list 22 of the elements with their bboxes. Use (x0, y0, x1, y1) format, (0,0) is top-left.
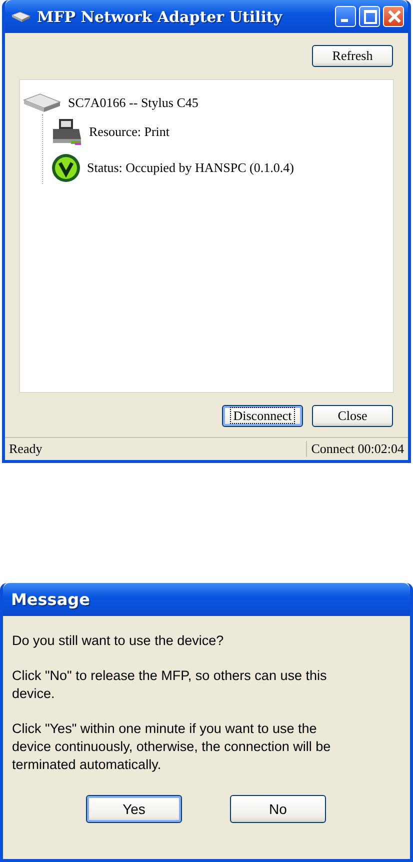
push-button[interactable]: Refresh (312, 45, 393, 67)
push-button[interactable]: Yes (86, 795, 182, 823)
message-text: Click "No" to release the MFP, so others can use this device. (12, 667, 328, 703)
message-text: Click "Yes" within one minute if you want to use the device continuously, otherwise, the connection will be terminated automatically. (12, 720, 332, 774)
push-button[interactable]: No (230, 795, 326, 823)
maximize-button[interactable] (359, 6, 380, 27)
check-icon (51, 153, 81, 183)
push-button[interactable]: Close (312, 405, 393, 427)
tree-item[interactable]: Status: Occupied by HANSPC (0.1.0.4) (87, 160, 294, 176)
status-text: Ready (8, 441, 44, 457)
printer-icon (51, 117, 83, 147)
device-icon (22, 92, 62, 114)
push-button[interactable]: Disconnect (222, 405, 303, 427)
adapter-icon (11, 10, 31, 22)
status-text: Connect 00:02:04 (306, 441, 408, 457)
minimize-button[interactable] (335, 6, 356, 27)
tree-item[interactable]: SC7A0166 -- Stylus C45 (68, 95, 198, 111)
window-title: MFP Network Adapter Utility (37, 8, 284, 26)
close-button[interactable] (383, 6, 404, 27)
dialog-title: Message (11, 590, 90, 609)
message-text: Do you still want to use the device? (12, 632, 225, 650)
tree-item[interactable]: Resource: Print (89, 124, 170, 140)
